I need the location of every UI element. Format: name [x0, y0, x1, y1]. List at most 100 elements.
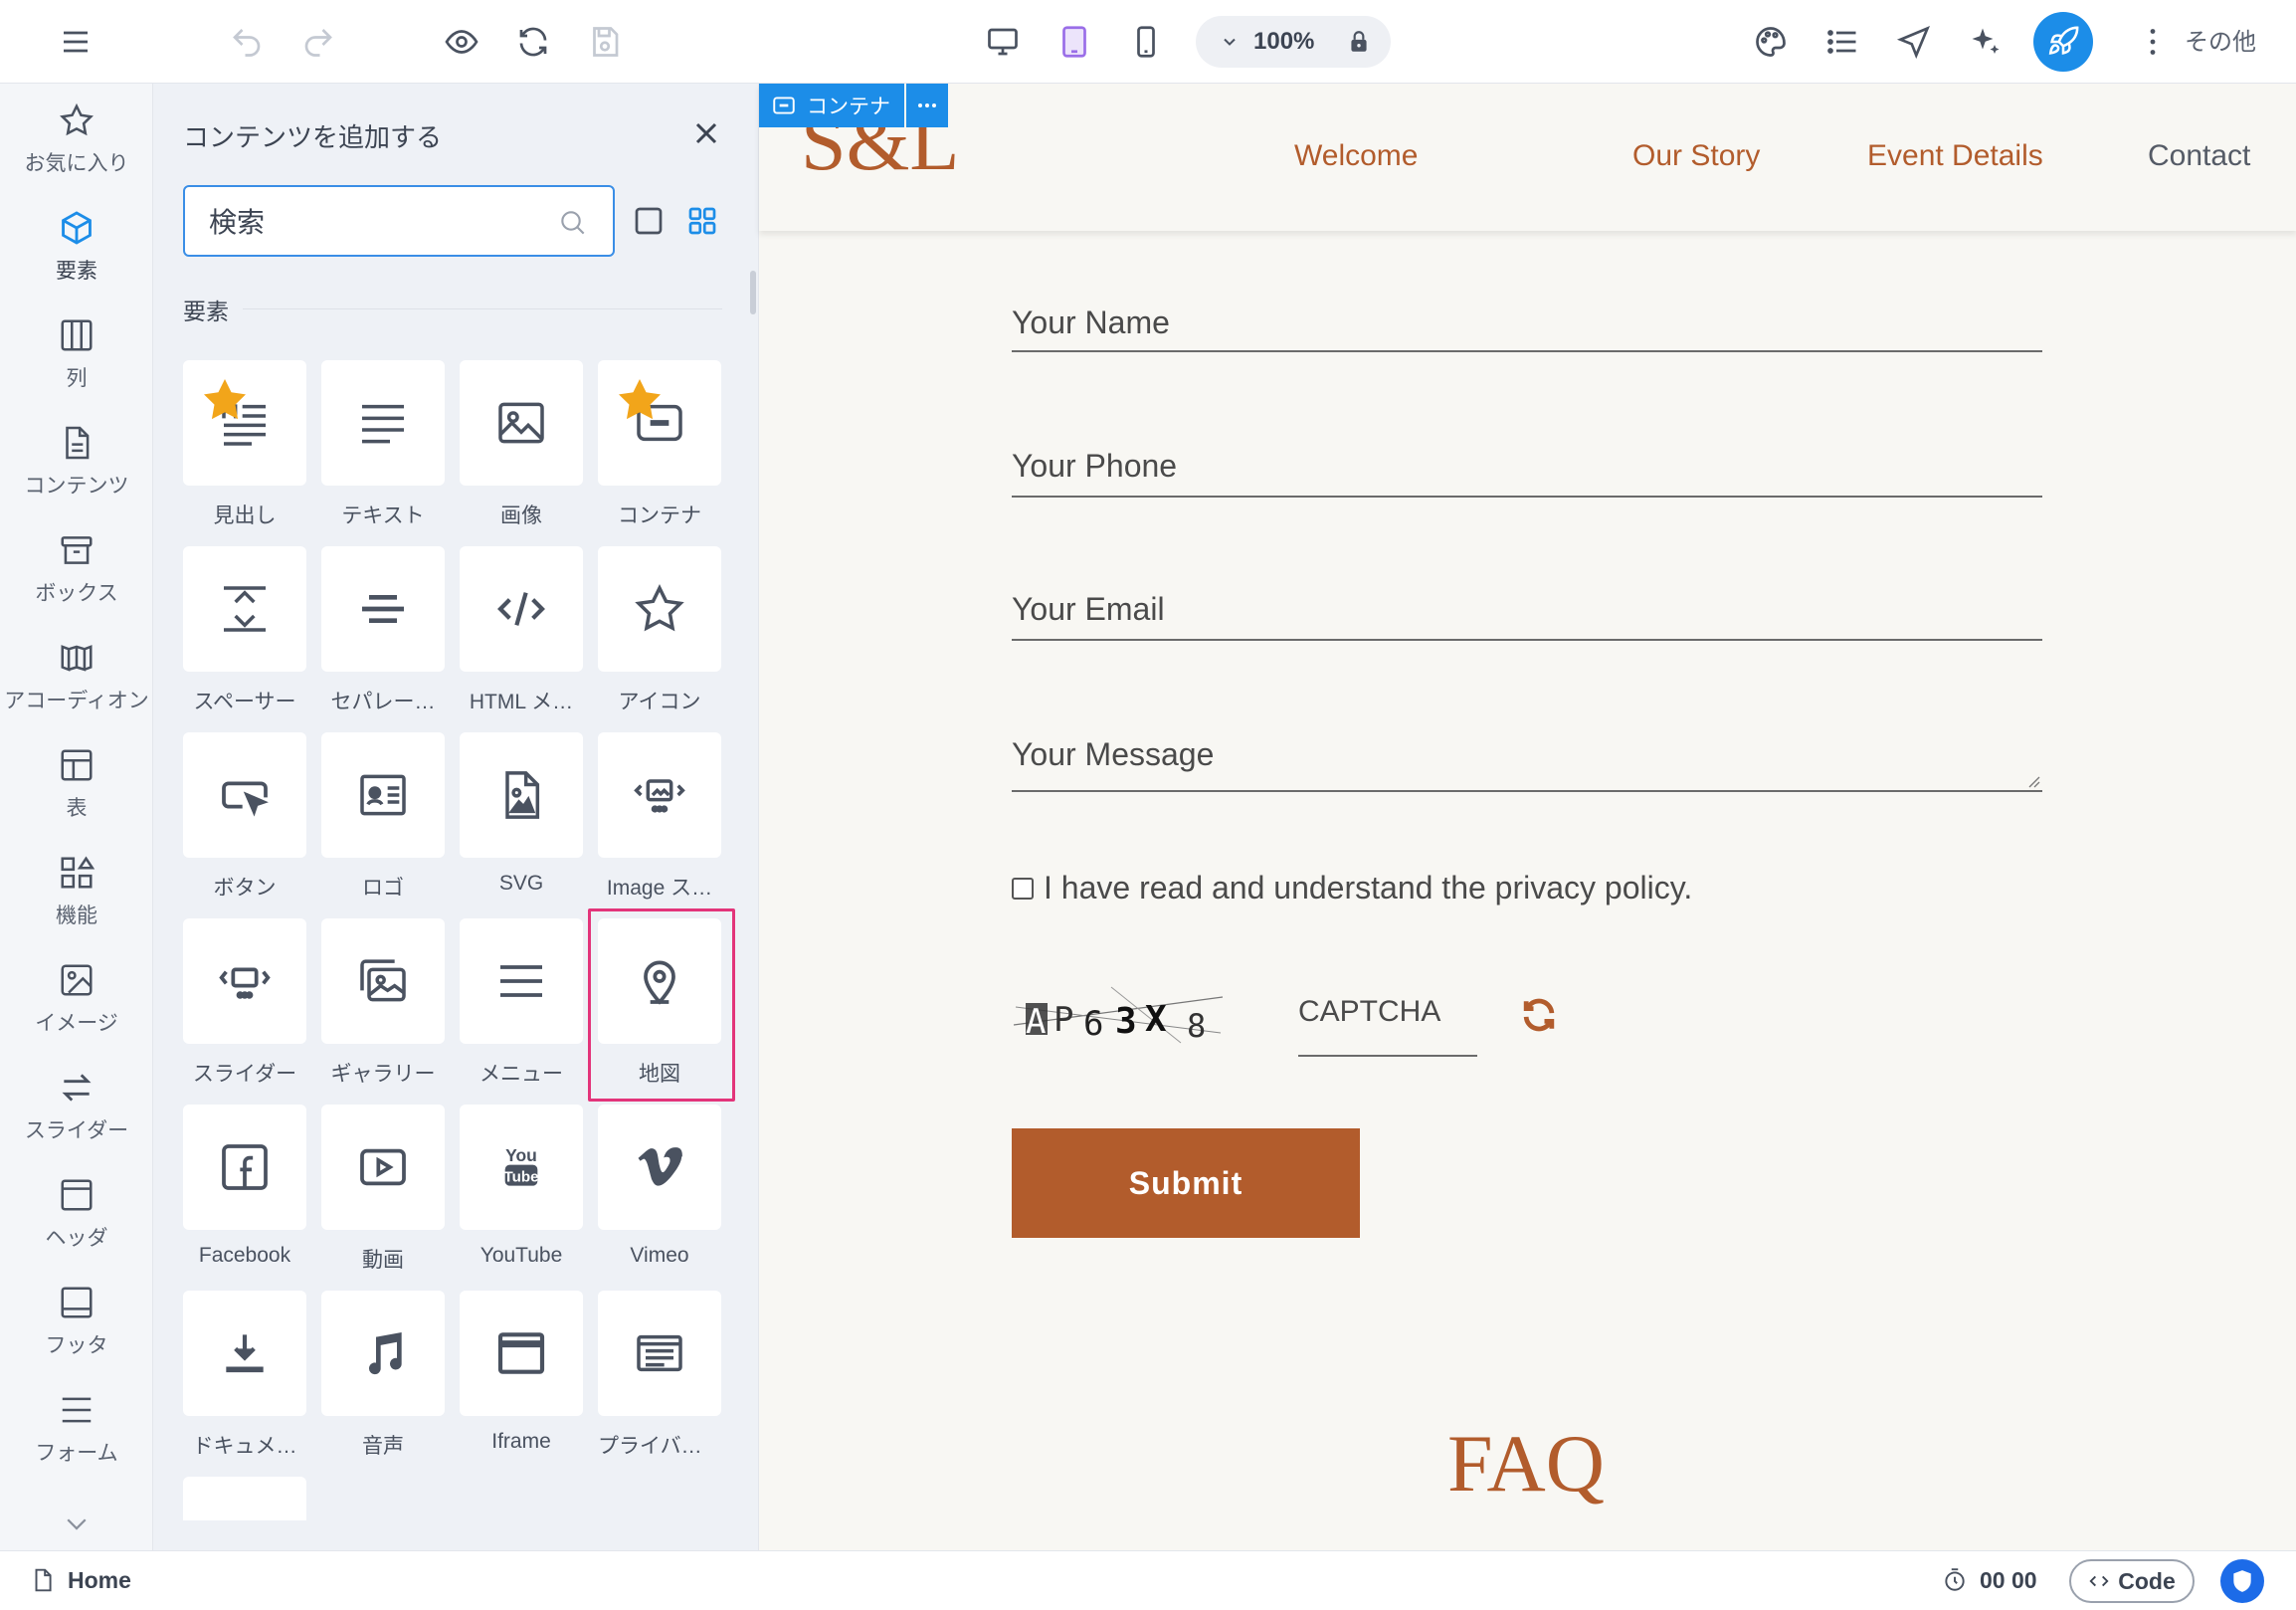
- zoom-control[interactable]: 100%: [1196, 16, 1391, 68]
- rail-item-columns[interactable]: 列: [0, 316, 153, 416]
- tile-container[interactable]: コンテナ: [598, 360, 721, 527]
- tile-separator[interactable]: セパレー…: [321, 546, 445, 713]
- tile-partial[interactable]: [183, 1477, 306, 1520]
- tile-icon[interactable]: アイコン: [598, 546, 721, 713]
- tile-menu[interactable]: メニュー: [460, 918, 583, 1086]
- tile-button[interactable]: ボタン: [183, 732, 306, 900]
- phone-field[interactable]: Your Phone: [1012, 436, 2042, 498]
- rail-scroll-down-icon[interactable]: [58, 1509, 96, 1538]
- code-brackets-icon: [2089, 1575, 2109, 1587]
- tablet-view-icon[interactable]: [1047, 14, 1102, 70]
- mobile-view-icon[interactable]: [1118, 14, 1174, 70]
- preview-eye-icon[interactable]: [434, 14, 489, 70]
- top-toolbar: 100% その他: [0, 0, 2296, 84]
- accordion-icon: [61, 645, 93, 672]
- tile-html[interactable]: HTML メ…: [460, 546, 583, 713]
- tile-logo[interactable]: ロゴ: [321, 732, 445, 900]
- tile-text[interactable]: テキスト: [321, 360, 445, 527]
- nav-event-details[interactable]: Event Details: [1867, 139, 2043, 173]
- tile-map[interactable]: 地図: [588, 908, 735, 1102]
- logo-card-icon: [360, 774, 406, 816]
- zoom-value: 100%: [1253, 28, 1315, 55]
- site-header[interactable]: S&L Welcome Our Story Event Details Cont…: [759, 84, 2296, 231]
- resize-handle-icon[interactable]: [2024, 772, 2040, 788]
- search-box: [183, 185, 615, 257]
- tile-video[interactable]: 動画: [321, 1105, 445, 1272]
- rail-item-favorites[interactable]: お気に入り: [0, 101, 153, 201]
- desktop-view-icon[interactable]: [975, 14, 1031, 70]
- privacy-checkbox[interactable]: [1012, 877, 1034, 900]
- more-vertical-icon[interactable]: [2125, 14, 2181, 70]
- rail-item-features[interactable]: 機能: [0, 854, 153, 953]
- grid-view-icon[interactable]: [684, 203, 720, 239]
- refresh-icon[interactable]: [505, 14, 561, 70]
- panel-scrollbar[interactable]: [750, 271, 756, 314]
- tile-heading[interactable]: 見出し: [183, 360, 306, 527]
- container-selection-tag[interactable]: コンテナ: [759, 84, 948, 127]
- gallery-icon: [360, 959, 406, 1002]
- captcha-refresh-icon[interactable]: [1517, 993, 1561, 1037]
- save-icon[interactable]: [577, 14, 633, 70]
- list-icon[interactable]: [1815, 14, 1870, 70]
- section-label: 要素: [183, 299, 229, 324]
- tile-iframe[interactable]: Iframe: [460, 1291, 583, 1458]
- category-rail: お気に入り 要素 列 コンテンツ ボックス アコーディオン 表 機能 イメージ …: [0, 84, 153, 1550]
- hamburger-menu-icon[interactable]: [48, 14, 103, 70]
- nav-welcome[interactable]: Welcome: [1294, 139, 1418, 173]
- captcha-input[interactable]: CAPTCHA: [1298, 995, 1477, 1057]
- single-view-icon[interactable]: [631, 203, 667, 239]
- palette-icon[interactable]: [1743, 14, 1799, 70]
- container-tag-label[interactable]: コンテナ: [759, 84, 904, 127]
- name-field[interactable]: Your Name: [1012, 293, 2042, 352]
- tile-image-slider[interactable]: Image ス…: [598, 732, 721, 900]
- tile-facebook[interactable]: Facebook: [183, 1105, 306, 1272]
- message-field[interactable]: Your Message: [1012, 724, 2042, 792]
- tile-image[interactable]: 画像: [460, 360, 583, 527]
- captcha-image: A P 6 3 X 8: [1012, 977, 1225, 1051]
- rail-item-form[interactable]: フォーム: [0, 1391, 153, 1491]
- svg-text:You: You: [505, 1145, 537, 1165]
- publish-rocket-button[interactable]: [2033, 12, 2093, 72]
- tile-audio[interactable]: 音声: [321, 1291, 445, 1458]
- nav-contact[interactable]: Contact: [2148, 139, 2250, 173]
- rail-item-image[interactable]: イメージ: [0, 961, 153, 1061]
- tile-youtube[interactable]: You Tube You Tube: [460, 1105, 583, 1272]
- tile-svg[interactable]: SVG: [460, 732, 583, 900]
- music-icon: [369, 1332, 402, 1375]
- rail-item-table[interactable]: 表: [0, 746, 153, 846]
- tile-vimeo[interactable]: Vimeo: [598, 1105, 721, 1272]
- favorite-star-icon: [619, 379, 661, 420]
- privacy-icon: [637, 1334, 682, 1372]
- rail-item-elements[interactable]: 要素: [0, 209, 153, 308]
- rail-item-footer[interactable]: フッタ: [0, 1284, 153, 1383]
- redo-icon[interactable]: [290, 14, 346, 70]
- tile-document[interactable]: ドキュメ…: [183, 1291, 306, 1458]
- current-page-label[interactable]: Home: [68, 1567, 131, 1594]
- search-input[interactable]: [209, 201, 537, 241]
- close-icon[interactable]: [688, 115, 724, 151]
- header-icon: [61, 1179, 93, 1211]
- rail-item-header[interactable]: ヘッダ: [0, 1176, 153, 1276]
- email-field[interactable]: Your Email: [1012, 579, 2042, 641]
- more-label[interactable]: その他: [2185, 22, 2256, 57]
- rail-item-slider[interactable]: スライダー: [0, 1069, 153, 1168]
- lock-icon[interactable]: [1341, 24, 1377, 60]
- undo-icon[interactable]: [219, 14, 275, 70]
- rail-item-content[interactable]: コンテンツ: [0, 424, 153, 523]
- code-button[interactable]: Code: [2069, 1559, 2195, 1603]
- nav-our-story[interactable]: Our Story: [1632, 139, 1760, 173]
- tile-gallery[interactable]: ギャラリー: [321, 918, 445, 1086]
- chevron-down-icon[interactable]: [1210, 32, 1249, 52]
- submit-button[interactable]: Submit: [1012, 1128, 1360, 1238]
- ai-sparkle-icon[interactable]: [1958, 14, 2013, 70]
- navigation-arrow-icon[interactable]: [1886, 14, 1942, 70]
- rail-item-box[interactable]: ボックス: [0, 531, 153, 631]
- tile-slider[interactable]: スライダー: [183, 918, 306, 1086]
- container-options-icon[interactable]: [906, 84, 948, 127]
- shield-icon[interactable]: [2220, 1559, 2264, 1603]
- tile-privacy[interactable]: プライバシ…: [598, 1291, 721, 1458]
- rail-item-accordion[interactable]: アコーディオン: [0, 639, 153, 738]
- tile-spacer[interactable]: スペーサー: [183, 546, 306, 713]
- table-icon: [61, 749, 93, 781]
- add-content-panel: コンテンツを追加する 要素 見出し テキスト 画像: [153, 84, 758, 1550]
